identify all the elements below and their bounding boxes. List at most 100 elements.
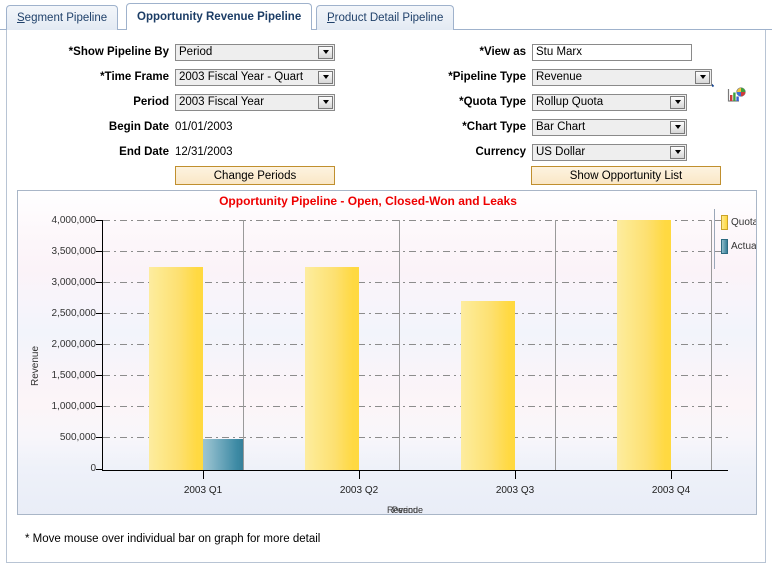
field-end-date: End Date 12/31/2003 bbox=[7, 142, 337, 162]
label-chart-type: *Chart Type bbox=[462, 121, 526, 133]
tab-opportunity-revenue-pipeline-label: Opportunity Revenue Pipeline bbox=[137, 11, 302, 23]
legend-label-quota: Quota bbox=[731, 217, 757, 228]
select-time-frame[interactable]: 2003 Fiscal Year - Quart bbox=[175, 68, 335, 86]
select-period[interactable]: 2003 Fiscal Year bbox=[175, 93, 335, 111]
y-axis-line bbox=[102, 220, 103, 470]
y-axis-tick bbox=[96, 406, 102, 407]
y-axis-tick bbox=[96, 437, 102, 438]
field-view-as: *View as Stu Marx bbox=[397, 42, 727, 62]
chevron-down-icon bbox=[318, 45, 333, 59]
legend-swatch-actual-icon bbox=[721, 239, 728, 254]
x-tick-label: 2003 Q1 bbox=[183, 485, 223, 496]
x-axis-tick bbox=[203, 471, 204, 479]
input-view-as[interactable]: Stu Marx bbox=[532, 43, 692, 61]
field-time-frame: *Time Frame 2003 Fiscal Year - Quart bbox=[7, 67, 337, 87]
tab-product-detail-pipeline[interactable]: Product Detail Pipeline bbox=[316, 5, 455, 30]
label-quota-type: *Quota Type bbox=[459, 96, 526, 108]
chevron-down-icon bbox=[670, 145, 685, 159]
tab-segment-pipeline[interactable]: Segment Pipeline bbox=[6, 5, 119, 30]
select-show-pipeline-by[interactable]: Period bbox=[175, 43, 335, 61]
label-pipeline-type: *Pipeline Type bbox=[448, 71, 526, 83]
bar-quota-2003-q1[interactable] bbox=[149, 267, 203, 470]
bar-quota-2003-q3[interactable] bbox=[461, 301, 515, 470]
y-tick-label: 2,500,000 bbox=[51, 308, 97, 319]
show-opportunity-list-button[interactable]: Show Opportunity List bbox=[531, 166, 721, 185]
field-show-pipeline-by: *Show Pipeline By Period bbox=[7, 42, 337, 62]
y-tick-label: 500,000 bbox=[59, 432, 96, 443]
select-time-frame-value: 2003 Fiscal Year - Quart bbox=[179, 71, 304, 83]
change-periods-button[interactable]: Change Periods bbox=[175, 166, 335, 185]
chevron-down-icon bbox=[670, 120, 685, 134]
bar-actual-2003-q1[interactable] bbox=[203, 439, 243, 470]
value-end-date: 12/31/2003 bbox=[175, 146, 233, 158]
y-axis-tick bbox=[96, 344, 102, 345]
select-currency-value: US Dollar bbox=[536, 146, 586, 158]
field-currency: Currency US Dollar bbox=[397, 142, 727, 162]
tab-product-detail-pipeline-label: roduct Detail Pipeline bbox=[334, 12, 444, 24]
field-begin-date: Begin Date 01/01/2003 bbox=[7, 117, 337, 137]
x-axis-title: Period Revenue bbox=[325, 505, 485, 515]
y-axis-tick bbox=[96, 251, 102, 252]
y-axis-tick bbox=[96, 220, 102, 221]
y-tick-label: 1,000,000 bbox=[51, 401, 97, 412]
select-quota-type-value: Rollup Quota bbox=[536, 96, 604, 108]
label-period: Period bbox=[133, 96, 169, 108]
tab-segment-pipeline-accesskey: S bbox=[17, 12, 25, 24]
label-time-frame: *Time Frame bbox=[100, 71, 169, 83]
page-root: Segment Pipeline Opportunity Revenue Pip… bbox=[0, 0, 772, 569]
select-period-value: 2003 Fiscal Year bbox=[179, 96, 265, 108]
label-view-as: *View as bbox=[479, 46, 526, 58]
field-period: Period 2003 Fiscal Year bbox=[7, 92, 337, 112]
bar-quota-2003-q4[interactable] bbox=[617, 220, 671, 470]
label-end-date: End Date bbox=[119, 146, 169, 158]
x-axis-tick bbox=[515, 471, 516, 479]
label-begin-date: Begin Date bbox=[108, 121, 169, 133]
label-currency: Currency bbox=[475, 146, 527, 158]
tab-segment-pipeline-label: egment Pipeline bbox=[24, 12, 108, 24]
category-separator bbox=[711, 220, 712, 470]
tab-product-detail-pipeline-accesskey: P bbox=[327, 12, 335, 24]
field-quota-type: *Quota Type Rollup Quota bbox=[397, 92, 727, 112]
legend-item-quota[interactable]: Quota bbox=[721, 215, 757, 230]
select-quota-type[interactable]: Rollup Quota bbox=[532, 93, 687, 111]
y-tick-label: 3,000,000 bbox=[51, 277, 97, 288]
input-view-as-value: Stu Marx bbox=[536, 46, 583, 58]
tab-opportunity-revenue-pipeline[interactable]: Opportunity Revenue Pipeline bbox=[126, 3, 313, 30]
select-currency[interactable]: US Dollar bbox=[532, 143, 687, 161]
select-chart-type[interactable]: Bar Chart bbox=[532, 118, 687, 136]
chevron-down-icon bbox=[318, 70, 333, 84]
select-pipeline-type[interactable]: Revenue bbox=[532, 68, 712, 86]
legend-label-actual: Actual bbox=[731, 241, 757, 252]
y-axis-title: Revenue bbox=[30, 345, 41, 386]
chart-plot-area: 4,000,000 3,500,000 3,000,000 2,500,000 … bbox=[18, 191, 757, 515]
chevron-down-icon bbox=[670, 95, 685, 109]
x-axis-line bbox=[102, 470, 728, 471]
value-begin-date: 01/01/2003 bbox=[175, 121, 233, 133]
legend-item-actual[interactable]: Actual bbox=[721, 239, 757, 254]
y-axis-tick bbox=[96, 313, 102, 314]
x-axis-title-revenue-overlap: Revenue bbox=[386, 505, 424, 515]
y-tick-label: 0 bbox=[90, 463, 96, 474]
change-periods-button-label: Change Periods bbox=[213, 169, 297, 182]
x-tick-label: 2003 Q2 bbox=[339, 485, 379, 496]
x-tick-label: 2003 Q3 bbox=[495, 485, 535, 496]
category-separator bbox=[555, 220, 556, 470]
bar-quota-2003-q2[interactable] bbox=[305, 267, 359, 470]
chart-container: Opportunity Pipeline - Open, Closed-Won … bbox=[17, 190, 757, 515]
y-axis-tick bbox=[96, 282, 102, 283]
filter-form: *Show Pipeline By Period *Time Frame 200… bbox=[7, 30, 767, 190]
tab-bar: Segment Pipeline Opportunity Revenue Pip… bbox=[0, 0, 772, 30]
chart-legend: Quota Actual bbox=[714, 209, 757, 269]
label-show-pipeline-by: *Show Pipeline By bbox=[68, 46, 169, 58]
y-tick-label: 3,500,000 bbox=[51, 246, 97, 257]
chevron-down-icon bbox=[695, 70, 710, 84]
select-pipeline-type-value: Revenue bbox=[536, 71, 583, 83]
y-axis-tick bbox=[96, 375, 102, 376]
chart-icon[interactable] bbox=[727, 87, 747, 108]
legend-swatch-quota-icon bbox=[721, 215, 728, 230]
select-chart-type-value: Bar Chart bbox=[536, 121, 586, 133]
select-show-pipeline-by-value: Period bbox=[179, 46, 213, 58]
x-axis-tick bbox=[359, 471, 360, 479]
field-chart-type: *Chart Type Bar Chart bbox=[397, 117, 727, 137]
category-separator bbox=[399, 220, 400, 470]
